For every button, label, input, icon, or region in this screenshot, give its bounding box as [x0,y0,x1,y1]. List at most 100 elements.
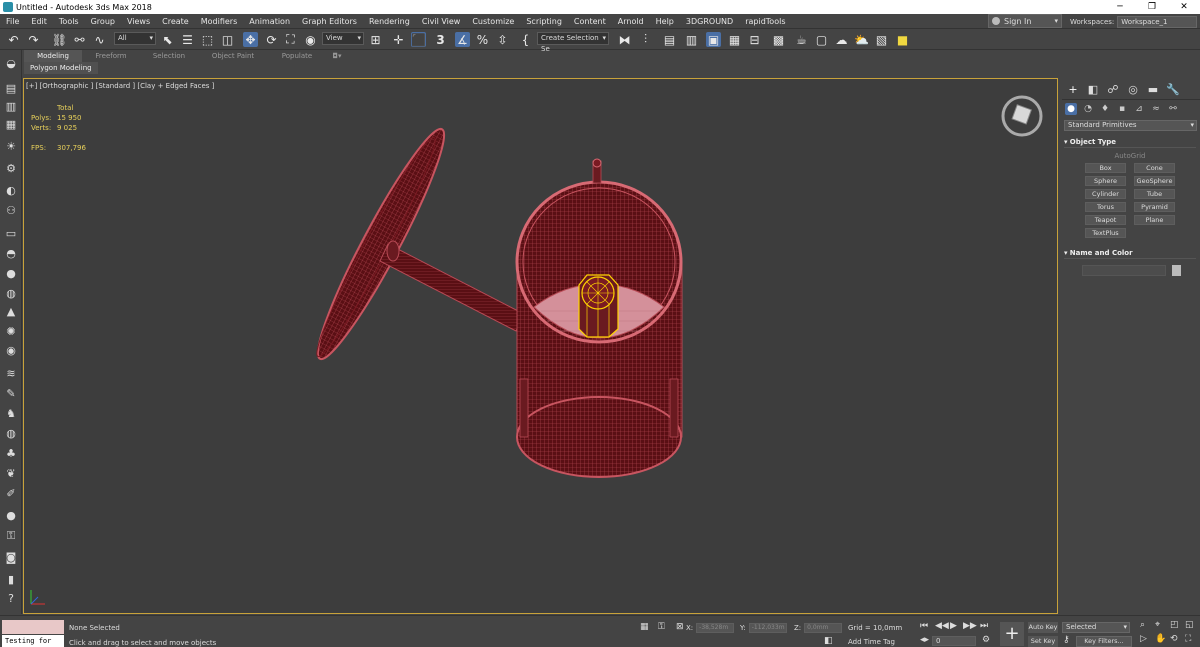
cone-icon[interactable]: ▲ [4,306,18,318]
bind-space-warp-icon[interactable]: ∿ [92,32,107,47]
sun-icon[interactable]: ✺ [4,326,18,338]
cylinder-button[interactable]: Cylinder [1085,189,1126,199]
hierarchy-tab-icon[interactable]: ☍ [1106,83,1120,97]
toggle-ribbon-icon[interactable]: ▣ [706,32,721,47]
redo-icon[interactable]: ↷ [26,32,41,47]
shapes-icon[interactable]: ◔ [1082,103,1094,115]
systems-icon[interactable]: ⚯ [1167,103,1179,115]
close-button[interactable]: ✕ [1168,0,1200,14]
unlink-icon[interactable]: ⚯ [72,32,87,47]
auto-key-button[interactable]: Auto Key [1028,622,1058,633]
globe-icon[interactable]: ◍ [4,428,18,440]
helpers-icon[interactable]: ⊿ [1133,103,1145,115]
absolute-mode-icon[interactable]: ⊠ [676,622,684,632]
render-iterative-icon[interactable]: ▧ [874,32,889,47]
menu-edit[interactable]: Edit [25,14,53,29]
brush-icon[interactable]: ✐ [4,488,18,500]
pivot-center-icon[interactable]: ⊞ [368,32,383,47]
select-and-rotate-icon[interactable]: ⟳ [264,32,279,47]
sphere-button[interactable]: Sphere [1085,176,1126,186]
select-by-name-icon[interactable]: ☰ [180,32,195,47]
scene-explorer-icon[interactable]: ▤ [662,32,677,47]
menu-rapidtools[interactable]: rapidTools [739,14,791,29]
menu-content[interactable]: Content [568,14,612,29]
undo-icon[interactable]: ↶ [6,32,21,47]
viewport-layout-icon[interactable]: ◒ [4,58,18,70]
layer-icon[interactable]: ▥ [4,101,18,113]
key-selection-set-dropdown[interactable]: Selected [1062,622,1130,633]
panel-icon[interactable]: ▦ [4,119,18,131]
help-icon[interactable]: ? [4,593,18,605]
motion-tab-icon[interactable]: ◎ [1126,83,1140,97]
tab-populate[interactable]: Populate [268,50,326,62]
primitive-category-dropdown[interactable]: Standard Primitives [1064,120,1197,131]
object-color-swatch[interactable] [1172,265,1181,276]
helper-icon[interactable]: ⚙ [4,163,18,175]
tab-modeling[interactable]: Modeling [24,50,82,62]
menu-create[interactable]: Create [156,14,195,29]
menu-animation[interactable]: Animation [243,14,296,29]
selection-lock-icon[interactable]: ⚿ [658,622,665,632]
zoom-extents-icon[interactable]: ◰ [1170,620,1179,630]
geosphere-button[interactable]: GeoSphere [1134,176,1175,186]
menu-views[interactable]: Views [121,14,156,29]
y-coordinate-field[interactable]: -112,033m [748,623,787,633]
keyboard-shortcut-override-icon[interactable]: ⬛ [411,32,426,47]
light-icon[interactable]: ☀ [4,141,18,153]
isolate-selection-icon[interactable]: ▦ [640,622,649,632]
mirror-icon[interactable]: ⧓ [617,32,632,47]
display-tab-icon[interactable]: ▬ [1146,83,1160,97]
select-and-place-icon[interactable]: ◉ [303,32,318,47]
sign-in-dropdown[interactable]: Sign In ▾ [988,14,1062,28]
zoom-extents-all-icon[interactable]: ◱ [1185,620,1194,630]
foliage-icon[interactable]: ❦ [4,468,18,480]
plane-button[interactable]: Plane [1134,215,1175,225]
render-cloud-icon[interactable]: ⛅ [854,32,869,47]
zoom-icon[interactable]: ⌕ [1140,620,1145,630]
maxscript-mini-listener[interactable] [2,620,64,634]
lights-icon[interactable]: ♦ [1099,103,1111,115]
orbit-icon[interactable]: ⟲ [1170,634,1178,644]
paint-icon[interactable]: ✎ [4,388,18,400]
menu-civil-view[interactable]: Civil View [416,14,467,29]
select-object-icon[interactable]: ⬉ [160,32,175,47]
menu-group[interactable]: Group [85,14,121,29]
menu-graph-editors[interactable]: Graph Editors [296,14,363,29]
angle-snap-icon[interactable]: ∡ [455,32,470,47]
perspective-viewport[interactable]: [+] [Orthographic ] [Standard ] [Clay + … [23,78,1058,614]
handle-mesh[interactable] [379,240,525,332]
rendered-frame-window-icon[interactable]: ▢ [814,32,829,47]
object-name-input[interactable] [1082,265,1166,276]
toggle-icon[interactable]: ◙ [4,552,18,564]
next-frame-icon[interactable]: ▶▶ [963,621,977,631]
hemisphere-icon[interactable]: ◓ [4,248,18,260]
plugin-icon[interactable]: ■ [895,32,910,47]
tab-selection[interactable]: Selection [140,50,198,62]
snaps-toggle-icon[interactable]: 3 [433,32,448,47]
name-and-color-title[interactable]: Name and Color [1064,248,1196,259]
autogrid-checkbox[interactable]: AutoGrid [1064,152,1196,160]
space-warps-icon[interactable]: ≈ [1150,103,1162,115]
x-coordinate-field[interactable]: -38,528m [696,623,735,633]
edit-named-selection-icon[interactable]: { [518,32,533,47]
layer-explorer-icon[interactable]: ▥ [684,32,699,47]
align-icon[interactable]: ⫶ [638,32,653,47]
go-to-start-icon[interactable]: ⏮ [920,621,928,631]
rectangular-selection-icon[interactable]: ⬚ [200,32,215,47]
disc-mesh[interactable] [304,121,458,367]
utilities-tab-icon[interactable]: 🔧 [1166,83,1180,97]
vent-pipe-mesh[interactable] [592,158,602,184]
menu-rendering[interactable]: Rendering [363,14,416,29]
menu-scripting[interactable]: Scripting [520,14,568,29]
key-filters-button[interactable]: Key Filters... [1076,636,1132,647]
render-production-icon[interactable]: ☁ [834,32,849,47]
object-type-title[interactable]: Object Type [1064,137,1196,148]
current-frame-field[interactable]: 0 [932,636,976,646]
material-sphere-icon[interactable]: ◉ [4,345,18,357]
window-crossing-icon[interactable]: ◫ [220,32,235,47]
tube-button[interactable]: Tube [1134,189,1175,199]
maximize-button[interactable]: ❐ [1136,0,1168,14]
textplus-button[interactable]: TextPlus [1085,228,1126,238]
play-icon[interactable]: ▶ [950,621,957,631]
render-setup-icon[interactable]: ☕ [794,32,809,47]
